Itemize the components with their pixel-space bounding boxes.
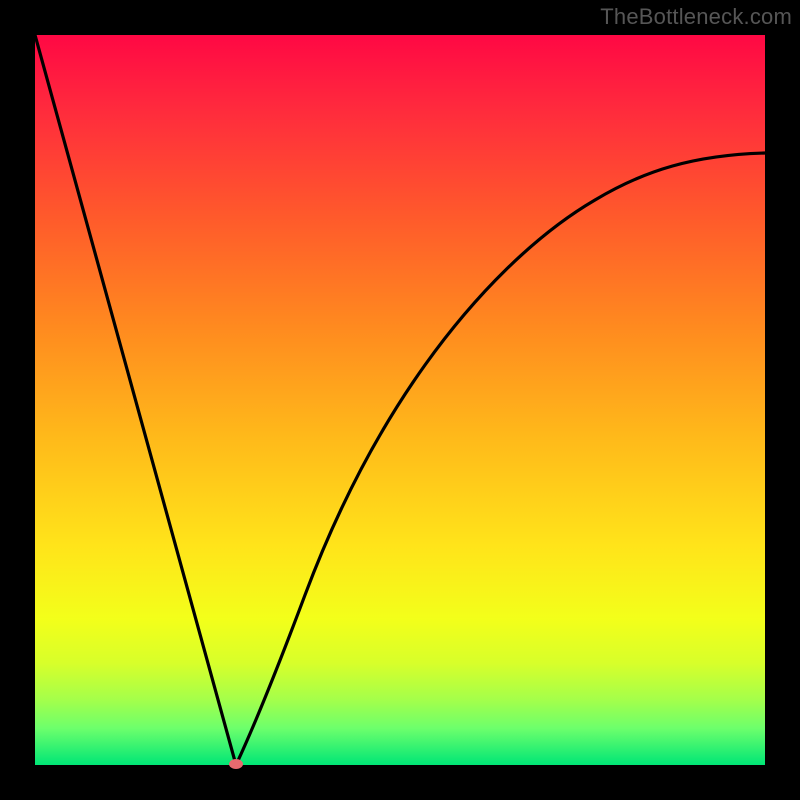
minimum-marker xyxy=(229,759,243,769)
watermark-text: TheBottleneck.com xyxy=(600,4,792,30)
curve-path xyxy=(35,35,765,765)
chart-frame: TheBottleneck.com xyxy=(0,0,800,800)
gradient-plot-area xyxy=(35,35,765,765)
bottleneck-curve xyxy=(35,35,765,765)
